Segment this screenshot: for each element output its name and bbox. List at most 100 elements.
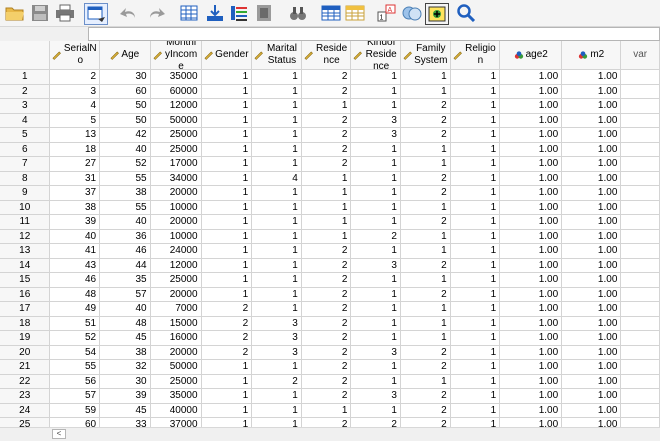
data-cell[interactable]: 55 bbox=[99, 171, 151, 186]
data-cell[interactable]: 1.00 bbox=[499, 272, 563, 288]
data-cell[interactable]: 1 bbox=[251, 127, 302, 143]
data-cell[interactable]: 36 bbox=[99, 229, 151, 244]
folder-open-icon[interactable] bbox=[4, 3, 26, 23]
column-header-var[interactable]: var bbox=[620, 41, 660, 70]
row-number[interactable]: 23 bbox=[0, 388, 51, 404]
data-cell[interactable]: 2 bbox=[251, 374, 302, 389]
data-cell[interactable]: 1.00 bbox=[561, 403, 622, 418]
row-number[interactable]: 9 bbox=[0, 185, 51, 201]
data-cell[interactable]: 1 bbox=[251, 388, 302, 404]
redo-icon[interactable] bbox=[145, 3, 167, 23]
row-number[interactable]: 24 bbox=[0, 403, 51, 418]
data-cell[interactable]: 60 bbox=[49, 417, 101, 427]
data-cell[interactable]: 43 bbox=[49, 258, 101, 273]
data-cell[interactable]: 40 bbox=[99, 214, 151, 230]
search-icon[interactable] bbox=[455, 3, 477, 23]
horizontal-scrollbar[interactable] bbox=[0, 427, 660, 441]
data-cell[interactable]: 1.00 bbox=[561, 258, 622, 273]
data-cell[interactable]: 44 bbox=[99, 258, 151, 273]
data-cell[interactable]: 56 bbox=[49, 374, 101, 389]
data-cell[interactable]: 1 bbox=[301, 171, 352, 186]
empty-cell[interactable] bbox=[620, 229, 660, 244]
data-cell[interactable]: 1 bbox=[400, 243, 451, 259]
data-cell[interactable]: 1 bbox=[301, 229, 352, 244]
data-cell[interactable]: 10000 bbox=[150, 229, 202, 244]
value-labels-icon[interactable] bbox=[425, 3, 449, 25]
data-cell[interactable]: 1 bbox=[201, 127, 253, 143]
data-cell[interactable]: 1 bbox=[450, 403, 501, 418]
data-cell[interactable]: 1 bbox=[301, 200, 352, 215]
data-cell[interactable]: 1.00 bbox=[561, 200, 622, 215]
data-cell[interactable]: 1 bbox=[450, 243, 501, 259]
data-cell[interactable]: 3 bbox=[251, 345, 302, 360]
data-cell[interactable]: 2 bbox=[400, 185, 451, 201]
data-cell[interactable]: 4 bbox=[49, 98, 101, 114]
data-cell[interactable]: 1.00 bbox=[499, 243, 563, 259]
row-number[interactable]: 25 bbox=[0, 417, 51, 427]
data-cell[interactable]: 1.00 bbox=[561, 142, 622, 157]
column-header-m2[interactable]: m2 bbox=[561, 41, 622, 70]
empty-cell[interactable] bbox=[620, 258, 660, 273]
data-cell[interactable]: 1 bbox=[450, 229, 501, 244]
data-cell[interactable]: 24000 bbox=[150, 243, 202, 259]
data-cell[interactable]: 1 bbox=[450, 417, 501, 427]
data-cell[interactable]: 1.00 bbox=[499, 200, 563, 215]
data-cell[interactable]: 1.00 bbox=[499, 345, 563, 360]
data-cell[interactable]: 1 bbox=[251, 229, 302, 244]
data-cell[interactable]: 1 bbox=[201, 374, 253, 389]
run-descriptives-icon[interactable] bbox=[253, 3, 275, 23]
data-cell[interactable]: 1 bbox=[201, 417, 253, 427]
data-cell[interactable]: 35000 bbox=[150, 388, 202, 404]
data-cell[interactable]: 38 bbox=[49, 200, 101, 215]
column-header-residence[interactable]: Residence bbox=[301, 41, 352, 70]
empty-cell[interactable] bbox=[620, 272, 660, 288]
data-cell[interactable]: 2 bbox=[301, 156, 352, 172]
data-cell[interactable]: 1 bbox=[400, 330, 451, 346]
data-cell[interactable]: 2 bbox=[301, 345, 352, 360]
column-header-religion[interactable]: Religion bbox=[450, 41, 501, 70]
row-number[interactable]: 22 bbox=[0, 374, 51, 389]
data-cell[interactable]: 1 bbox=[450, 287, 501, 302]
weight-cases-icon[interactable] bbox=[401, 3, 423, 23]
data-cell[interactable]: 1 bbox=[201, 69, 253, 85]
data-cell[interactable]: 1 bbox=[450, 316, 501, 331]
data-cell[interactable]: 18 bbox=[49, 142, 101, 157]
data-cell[interactable]: 2 bbox=[301, 287, 352, 302]
data-cell[interactable]: 1.00 bbox=[561, 272, 622, 288]
data-cell[interactable]: 2 bbox=[301, 374, 352, 389]
data-cell[interactable]: 1 bbox=[350, 316, 401, 331]
data-cell[interactable]: 1 bbox=[450, 127, 501, 143]
data-cell[interactable]: 1 bbox=[201, 214, 253, 230]
row-number[interactable]: 6 bbox=[0, 142, 51, 157]
data-cell[interactable]: 60000 bbox=[150, 84, 202, 99]
empty-cell[interactable] bbox=[620, 142, 660, 157]
data-cell[interactable]: 1 bbox=[251, 301, 302, 317]
data-cell[interactable]: 2 bbox=[350, 229, 401, 244]
data-cell[interactable]: 1.00 bbox=[561, 243, 622, 259]
data-cell[interactable]: 20000 bbox=[150, 345, 202, 360]
data-cell[interactable]: 1 bbox=[251, 84, 302, 99]
data-cell[interactable]: 1 bbox=[450, 388, 501, 404]
data-cell[interactable]: 16000 bbox=[150, 330, 202, 346]
data-cell[interactable]: 13 bbox=[49, 127, 101, 143]
data-cell[interactable]: 1 bbox=[450, 345, 501, 360]
data-cell[interactable]: 1 bbox=[400, 156, 451, 172]
goto-variable-icon[interactable] bbox=[204, 3, 226, 23]
empty-cell[interactable] bbox=[620, 200, 660, 215]
data-cell[interactable]: 1.00 bbox=[499, 258, 563, 273]
data-cell[interactable]: 1 bbox=[450, 200, 501, 215]
data-cell[interactable]: 1 bbox=[450, 142, 501, 157]
empty-cell[interactable] bbox=[620, 127, 660, 143]
data-cell[interactable]: 1 bbox=[251, 359, 302, 375]
data-cell[interactable]: 2 bbox=[301, 417, 352, 427]
data-cell[interactable]: 41 bbox=[49, 243, 101, 259]
data-cell[interactable]: 2 bbox=[400, 417, 451, 427]
row-number[interactable]: 17 bbox=[0, 301, 51, 317]
data-cell[interactable]: 34000 bbox=[150, 171, 202, 186]
data-cell[interactable]: 1.00 bbox=[561, 388, 622, 404]
data-cell[interactable]: 1.00 bbox=[561, 156, 622, 172]
empty-cell[interactable] bbox=[620, 69, 660, 85]
column-header-age2[interactable]: age2 bbox=[499, 41, 563, 70]
data-cell[interactable]: 1 bbox=[201, 359, 253, 375]
insert-variable-icon[interactable] bbox=[344, 3, 366, 23]
